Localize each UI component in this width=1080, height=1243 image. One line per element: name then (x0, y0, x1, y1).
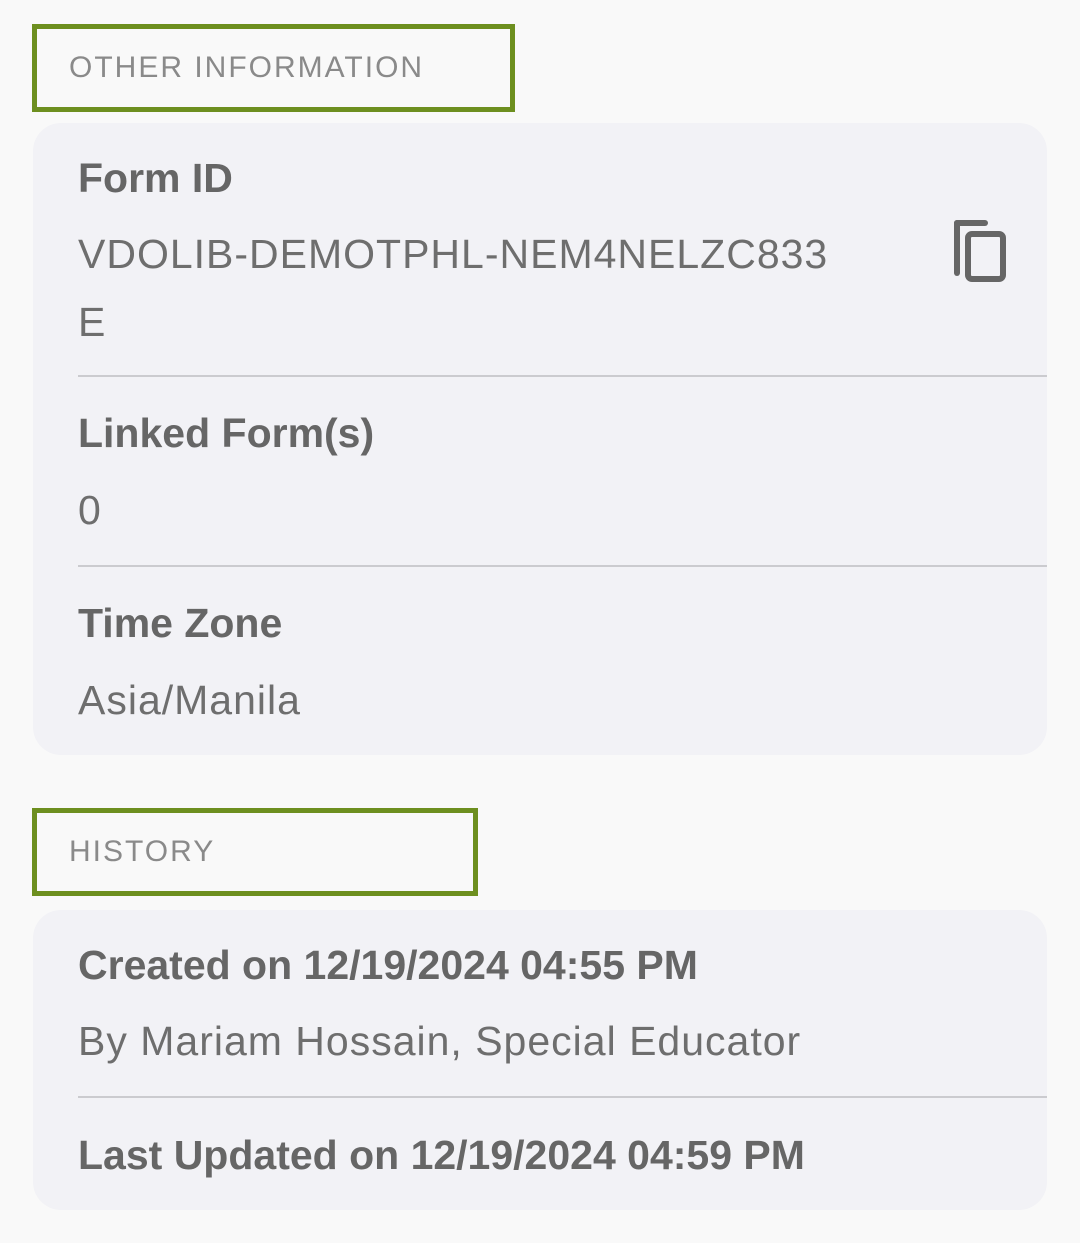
form-id-value-line2: E (78, 299, 107, 345)
created-on-label: Created on 12/19/2024 04:55 PM (78, 942, 698, 988)
history-header: HISTORY (32, 808, 478, 896)
other-information-card: Form ID VDOLIB-DEMOTPHL-NEM4NELZC833 E L… (33, 123, 1047, 755)
divider (78, 375, 1047, 377)
other-information-header: OTHER INFORMATION (32, 24, 515, 112)
linked-forms-label: Linked Form(s) (78, 410, 375, 456)
created-by-value: By Mariam Hossain, Special Educator (78, 1018, 802, 1064)
linked-forms-value: 0 (78, 487, 102, 533)
copy-icon[interactable] (951, 215, 1011, 285)
form-id-value-line1: VDOLIB-DEMOTPHL-NEM4NELZC833 (78, 231, 829, 277)
last-updated-label: Last Updated on 12/19/2024 04:59 PM (78, 1132, 805, 1178)
time-zone-label: Time Zone (78, 600, 283, 646)
form-id-label: Form ID (78, 155, 233, 201)
history-header-text: HISTORY (69, 835, 216, 868)
divider (78, 1096, 1047, 1098)
other-information-header-text: OTHER INFORMATION (69, 51, 425, 84)
time-zone-value: Asia/Manila (78, 677, 301, 723)
history-card: Created on 12/19/2024 04:55 PM By Mariam… (33, 910, 1047, 1210)
divider (78, 565, 1047, 567)
